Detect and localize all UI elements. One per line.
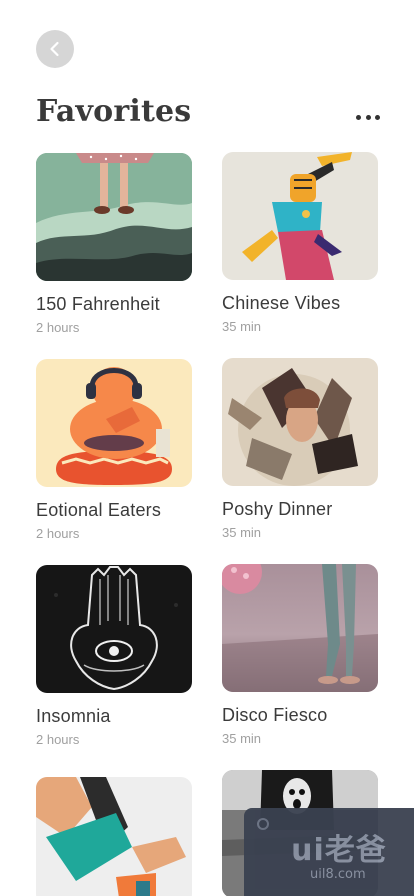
more-dot-icon: [365, 114, 371, 120]
watermark-badge: ui老爸 uil8.com: [244, 808, 414, 896]
favorite-card[interactable]: 150 Fahrenheit 2 hours: [36, 153, 192, 335]
card-title: Eotional Eaters: [36, 500, 162, 520]
card-title: Disco Fiesco: [222, 705, 328, 725]
cover-image-chinese-vibes: [222, 152, 378, 280]
back-button[interactable]: [36, 30, 74, 68]
cover-image-insomnia: [36, 565, 192, 693]
cover-image-150-fahrenheit: [36, 153, 192, 281]
favorite-card[interactable]: Chinese Vibes 35 min: [222, 152, 378, 334]
chevron-left-icon: [50, 41, 59, 57]
favorite-card[interactable]: Poshy Dinner 35 min: [222, 358, 378, 540]
cover-image: [36, 777, 192, 896]
more-dot-icon: [356, 114, 361, 120]
more-dot-icon: [375, 114, 380, 120]
watermark-logo: ui老爸: [291, 833, 387, 868]
favorite-card[interactable]: Insomnia 2 hours: [36, 565, 192, 747]
favorite-card[interactable]: Eotional Eaters 2 hours: [36, 359, 192, 541]
card-duration: 2 hours: [36, 526, 80, 541]
card-title: Poshy Dinner: [222, 499, 333, 519]
favorite-card[interactable]: Disco Fiesco 35 min: [222, 564, 378, 746]
card-duration: 2 hours: [36, 320, 80, 335]
page-title: Favorites: [36, 94, 192, 129]
card-duration: 35 min: [222, 731, 262, 746]
card-title: 150 Fahrenheit: [36, 294, 160, 314]
more-options-button[interactable]: [356, 108, 380, 126]
card-duration: 35 min: [222, 525, 262, 540]
cover-image-poshy-dinner: [222, 358, 378, 486]
card-title: Chinese Vibes: [222, 293, 341, 313]
watermark-url: uil8.com: [310, 867, 366, 882]
card-title: Insomnia: [36, 706, 111, 726]
cover-image-disco-fiesco: [222, 564, 378, 692]
card-duration: 35 min: [222, 319, 262, 334]
cover-image-eotional-eaters: [36, 359, 192, 487]
ring-icon: [257, 818, 269, 830]
card-duration: 2 hours: [36, 732, 80, 747]
favorite-card[interactable]: [36, 777, 192, 896]
